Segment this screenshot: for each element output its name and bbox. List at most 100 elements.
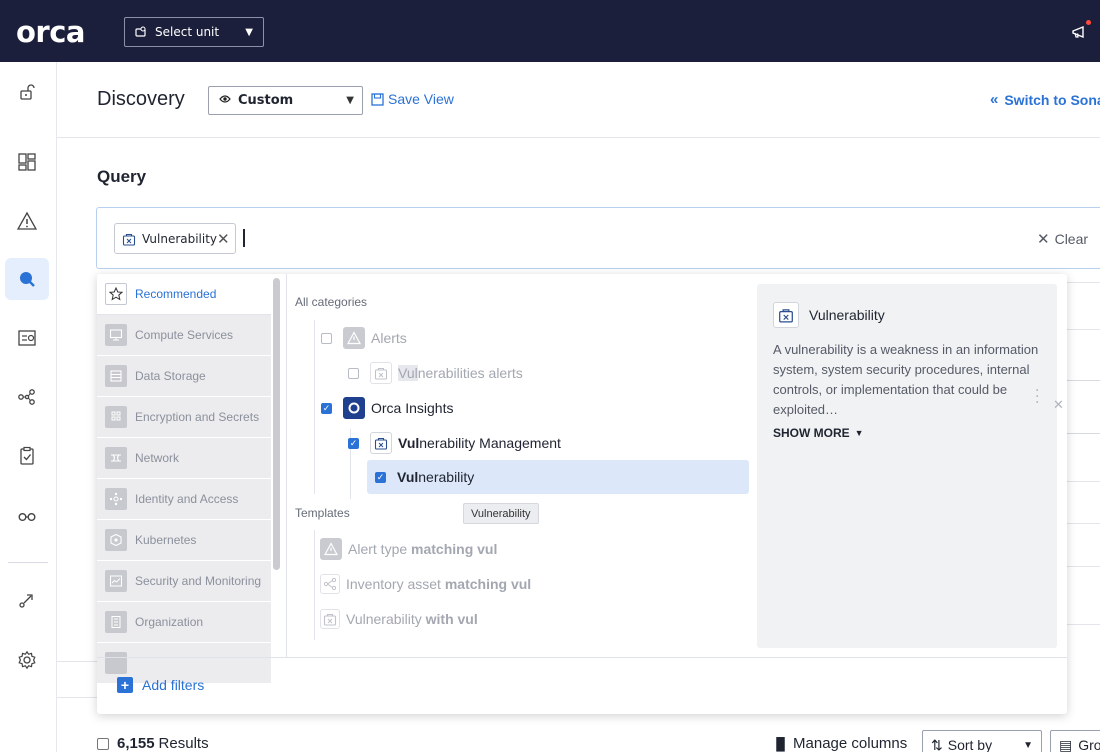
results-summary: 6,155 Results <box>97 735 209 752</box>
query-chip-vulnerability[interactable]: Vulnerability ✕ <box>114 223 236 254</box>
nav-dashboard[interactable] <box>5 141 49 183</box>
sort-by-select[interactable]: ⇅ Sort by ▼ <box>922 730 1042 752</box>
switch-to-sonar-link[interactable]: « Switch to Sonar <box>990 91 1100 108</box>
category-label: Data Storage <box>135 369 206 383</box>
share-arrow-icon <box>19 594 33 608</box>
category-identity-access[interactable]: Identity and Access <box>97 479 271 520</box>
key-grid-icon <box>105 406 127 428</box>
notification-dot <box>1086 20 1091 25</box>
nav-integrations[interactable] <box>5 579 49 621</box>
group-label: Group <box>1078 737 1100 752</box>
tree-row-vulnerability[interactable]: ✓ Vul nerability <box>367 460 749 494</box>
category-icon <box>105 652 127 674</box>
template-match: with vul <box>425 611 478 627</box>
view-select-label: Custom <box>238 93 294 108</box>
tooltip: Vulnerability <box>463 503 539 524</box>
category-label: Security and Monitoring <box>135 574 262 588</box>
category-label: Kubernetes <box>135 533 197 547</box>
category-label: Organization <box>135 615 204 629</box>
vulnerability-icon <box>370 362 392 384</box>
vulnerability-icon <box>320 609 340 629</box>
select-all-checkbox[interactable] <box>97 737 109 750</box>
query-input-box[interactable]: Vulnerability ✕ ✕ Clear <box>96 207 1100 269</box>
nav-compliance[interactable] <box>5 435 49 477</box>
group-icon: ▤ <box>1059 736 1073 752</box>
inventory-icon <box>18 330 36 346</box>
checkbox[interactable] <box>348 367 359 379</box>
orca-logo[interactable]: orca <box>16 15 86 49</box>
suggestion-tree: All categories Alerts Vul nerabilities al… <box>287 274 938 657</box>
nav-settings[interactable] <box>5 639 49 681</box>
bg-divider <box>57 661 97 662</box>
category-label: Compute Services <box>135 328 234 342</box>
checkbox-checked[interactable]: ✓ <box>321 402 332 414</box>
nav-discovery[interactable] <box>5 258 49 300</box>
category-compute-services[interactable]: Compute Services <box>97 315 271 356</box>
close-icon[interactable]: ✕ <box>217 230 230 248</box>
announcement-icon[interactable] <box>1070 22 1090 42</box>
category-organization[interactable]: Organization <box>97 602 271 643</box>
chip-label: Vulnerability <box>142 231 218 246</box>
dropdown-footer-divider <box>97 657 1067 658</box>
left-nav-rail <box>0 62 57 752</box>
inventory-graph-icon <box>320 574 340 594</box>
query-title: Query <box>97 167 147 186</box>
chevron-down-icon: ▼ <box>245 26 253 38</box>
tree-row-alerts[interactable]: Alerts <box>321 321 407 355</box>
view-select[interactable]: Custom ▼ <box>208 86 363 115</box>
show-more-button[interactable]: SHOW MORE ▼ <box>773 426 864 440</box>
chevron-down-icon: ▼ <box>1023 739 1033 751</box>
category-security-monitoring[interactable]: Security and Monitoring <box>97 561 271 602</box>
database-icon <box>105 365 127 387</box>
detail-panel: Vulnerability A vulnerability is a weakn… <box>757 284 1064 648</box>
sort-icon: ⇅ <box>931 736 943 752</box>
nav-inventory[interactable] <box>5 317 49 359</box>
rail-divider <box>8 562 48 563</box>
nav-shift-left[interactable] <box>5 495 49 537</box>
double-chevron-left-icon: « <box>990 91 999 108</box>
checkbox-checked[interactable]: ✓ <box>348 437 359 449</box>
clear-button[interactable]: ✕ Clear <box>1037 230 1088 248</box>
tree-row-orca-insights[interactable]: ✓ Orca Insights <box>321 391 453 425</box>
group-by-button[interactable]: ▤ Group <box>1050 730 1100 752</box>
category-kubernetes[interactable]: Kubernetes <box>97 520 271 561</box>
category-network[interactable]: Network <box>97 438 271 479</box>
category-label: Recommended <box>135 287 217 301</box>
category-encryption[interactable]: Encryption and Secrets <box>97 397 271 438</box>
tree-row-vulnerabilities-alerts[interactable]: Vul nerabilities alerts <box>348 356 523 390</box>
results-count: 6,155 <box>117 735 155 752</box>
add-filters-button[interactable]: + Add filters <box>117 677 204 693</box>
manage-columns-button[interactable]: ▐▌ Manage columns <box>772 735 907 752</box>
close-icon[interactable]: ✕ <box>1053 398 1064 413</box>
category-recommended[interactable]: Recommended <box>97 274 271 315</box>
category-scrollbar[interactable] <box>273 278 280 570</box>
unit-select-label: Select unit <box>155 25 220 39</box>
template-vulnerability-with[interactable]: Vulnerability with vul <box>320 602 478 636</box>
unit-select[interactable]: Select unit ▼ <box>124 17 264 47</box>
save-view-button[interactable]: Save View <box>371 91 454 107</box>
category-data-storage[interactable]: Data Storage <box>97 356 271 397</box>
bg-divider <box>1067 523 1100 524</box>
bg-divider <box>1067 481 1100 482</box>
category-label: Network <box>135 451 180 465</box>
template-inventory-asset[interactable]: Inventory asset matching vul <box>320 567 531 601</box>
tree-guide-line <box>314 530 315 640</box>
logo-text: orca <box>16 15 86 49</box>
template-prefix: Alert type <box>348 541 408 557</box>
nav-unlock[interactable] <box>5 71 49 113</box>
tree-row-label: Alerts <box>371 330 407 346</box>
gear-icon <box>18 650 36 670</box>
sort-by-label: Sort by <box>947 737 993 752</box>
checkbox[interactable] <box>321 332 332 344</box>
template-alert-type[interactable]: Alert type matching vul <box>320 532 497 566</box>
tree-row-label: nerabilities alerts <box>417 365 523 381</box>
nav-graph[interactable] <box>5 376 49 418</box>
template-match: matching vul <box>444 576 532 592</box>
tree-guide-line <box>314 320 315 494</box>
nav-alerts[interactable] <box>5 200 49 242</box>
kebab-menu-icon[interactable]: · · · <box>1035 384 1039 410</box>
star-icon <box>105 283 127 305</box>
checkbox-checked[interactable]: ✓ <box>375 471 386 483</box>
tree-row-vulnerability-management[interactable]: ✓ Vul nerability Management <box>348 426 561 460</box>
chevron-down-icon: ▼ <box>854 428 864 438</box>
